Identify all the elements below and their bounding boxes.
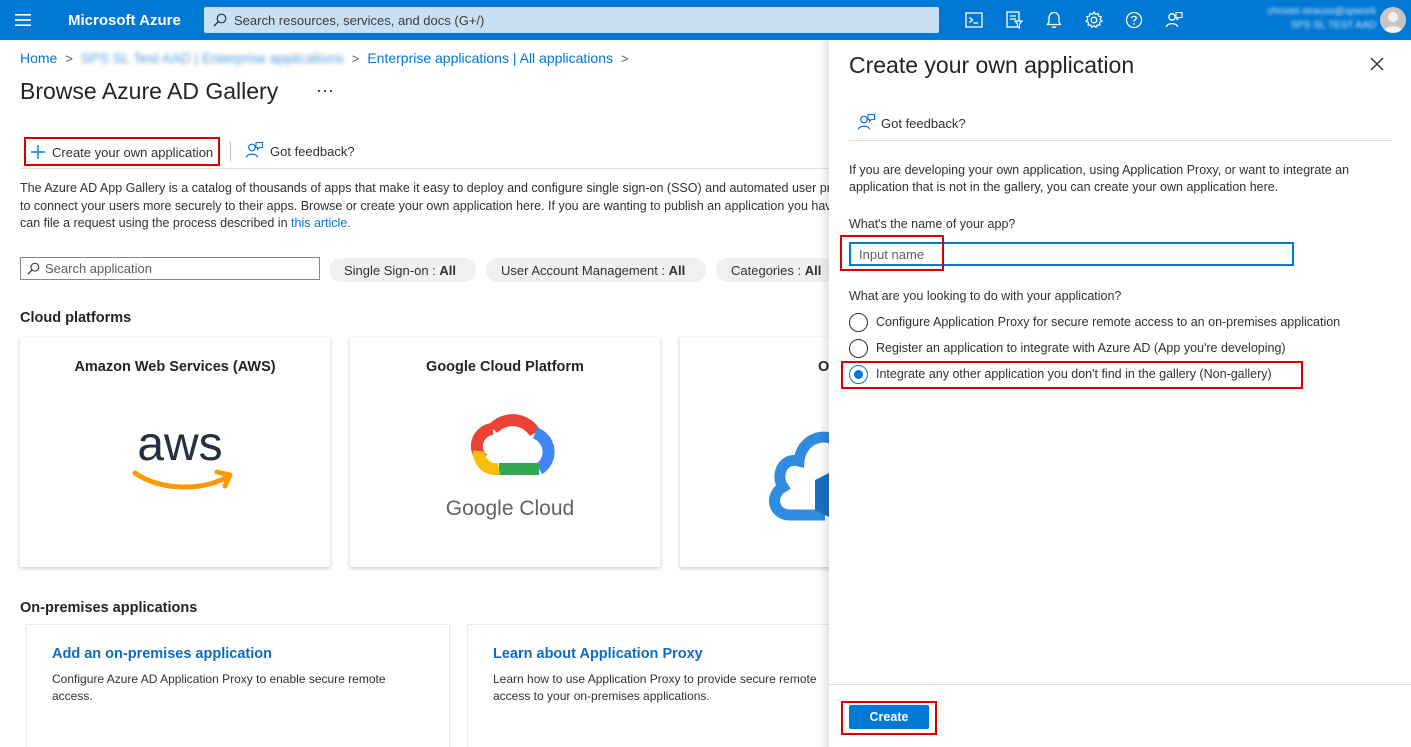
close-icon[interactable] xyxy=(1369,56,1385,72)
breadcrumb-tenant-enterprise-apps[interactable]: SPS SL Test AAD | Enterprise application… xyxy=(81,50,344,66)
more-options-button[interactable]: ··· xyxy=(316,80,334,101)
search-application-placeholder: Search application xyxy=(45,261,152,276)
google-cloud-logo-icon: Google Cloud xyxy=(446,414,574,520)
google-cloud-logo: Google Cloud xyxy=(435,385,585,535)
breadcrumb-enterprise-apps-all[interactable]: Enterprise applications | All applicatio… xyxy=(367,50,613,66)
app-card-name: Google Cloud Platform xyxy=(426,359,584,375)
create-own-application-label: Create your own application xyxy=(52,145,214,160)
filter-label: Single Sign-on : xyxy=(344,263,436,278)
top-bar: Microsoft Azure Search resources, servic… xyxy=(0,0,1411,40)
breadcrumb-home[interactable]: Home xyxy=(20,50,57,66)
filter-label: User Account Management : xyxy=(501,263,666,278)
panel-description: If you are developing your own applicati… xyxy=(849,163,1350,194)
brand-title[interactable]: Microsoft Azure xyxy=(68,12,181,29)
filter-categories[interactable]: Categories : All xyxy=(716,258,836,282)
panel-title: Create your own application xyxy=(849,52,1135,78)
app-card-aws[interactable]: Amazon Web Services (AWS) aws xyxy=(20,337,330,567)
app-name-label: What's the name of your app? xyxy=(849,217,1016,231)
breadcrumb-separator: > xyxy=(621,51,629,66)
app-purpose-label: What are you looking to do with your app… xyxy=(849,289,1122,303)
highlight-box-create-button xyxy=(841,701,937,735)
gallery-description-line: The Azure AD App Gallery is a catalog of… xyxy=(20,181,832,195)
account-tenant: SPS SL TEST AAD xyxy=(1290,20,1376,31)
panel-footer-divider xyxy=(829,684,1411,685)
search-icon xyxy=(27,262,40,275)
radio-label: Configure Application Proxy for secure r… xyxy=(876,315,1341,329)
breadcrumb-separator: > xyxy=(65,51,73,66)
add-on-premises-app-link[interactable]: Add an on-premises application xyxy=(52,646,272,662)
toolbar-divider xyxy=(230,141,231,161)
avatar[interactable] xyxy=(1380,7,1406,33)
highlight-box-non-gallery xyxy=(841,361,1303,389)
cloud-platforms-heading: Cloud platforms xyxy=(20,310,132,326)
google-cloud-logo-text: Google Cloud xyxy=(446,497,574,520)
panel-got-feedback-label: Got feedback? xyxy=(881,116,966,131)
app-card-google-cloud[interactable]: Google Cloud Platform Google Cloud xyxy=(350,337,660,567)
on-premises-heading: On-premises applications xyxy=(20,600,198,616)
feedback-icon xyxy=(857,113,876,130)
cloud-shell-icon[interactable] xyxy=(964,10,984,30)
filter-label: Categories : xyxy=(731,263,802,278)
got-feedback-label: Got feedback? xyxy=(270,144,355,159)
breadcrumb: Home > SPS SL Test AAD | Enterprise applic… xyxy=(20,50,637,66)
add-on-premises-app-card[interactable]: Add an on-premises application Configure… xyxy=(26,624,450,747)
card-description: Configure Azure AD Application Proxy to … xyxy=(52,672,386,703)
highlight-box-name-input xyxy=(840,235,944,271)
filter-value: All xyxy=(439,263,457,278)
filter-user-account-management[interactable]: User Account Management : All xyxy=(486,258,706,282)
user-avatar-icon xyxy=(1383,12,1403,33)
account-email: christel.strauss@spwork xyxy=(1267,6,1376,17)
toolbar-divider-line xyxy=(20,168,832,169)
gallery-description-prefix: can file a request using the process des… xyxy=(20,216,288,230)
page-title: Browse Azure AD Gallery xyxy=(20,78,279,104)
settings-icon[interactable] xyxy=(1084,10,1104,30)
radio-button[interactable] xyxy=(849,313,868,332)
gallery-description: The Azure AD App Gallery is a catalog of… xyxy=(20,180,832,233)
plus-icon xyxy=(31,145,45,159)
feedback-icon[interactable] xyxy=(1164,10,1184,30)
gallery-description-line: to connect your users more securely to t… xyxy=(20,198,832,213)
gallery-description-line: can file a request using the process des… xyxy=(20,215,832,233)
feedback-icon xyxy=(245,141,264,158)
aws-logo: aws xyxy=(105,385,255,535)
aws-logo-text: aws xyxy=(137,418,222,471)
notifications-icon[interactable] xyxy=(1044,10,1064,30)
learn-app-proxy-link[interactable]: Learn about Application Proxy xyxy=(493,646,703,662)
app-card-name: Amazon Web Services (AWS) xyxy=(74,359,276,375)
this-article-link[interactable]: this article. xyxy=(291,216,351,230)
help-icon[interactable] xyxy=(1124,10,1144,30)
create-app-panel: Create your own application Got feedback… xyxy=(829,40,1411,747)
panel-divider xyxy=(849,140,1393,141)
global-search-input[interactable]: Search resources, services, and docs (G+… xyxy=(204,7,939,33)
filter-value: All xyxy=(668,263,686,278)
search-icon xyxy=(213,13,227,27)
aws-logo-icon: aws xyxy=(132,418,233,490)
directory-filter-icon[interactable] xyxy=(1004,10,1024,30)
search-application-input[interactable]: Search application xyxy=(20,257,320,280)
menu-icon[interactable] xyxy=(14,11,32,29)
card-description: Learn how to use Application Proxy to pr… xyxy=(493,672,817,703)
panel-shadow xyxy=(819,40,829,747)
global-search-placeholder: Search resources, services, and docs (G+… xyxy=(234,13,485,28)
radio-label: Register an application to integrate wit… xyxy=(876,341,1286,355)
account-info[interactable]: christel.strauss@spwork SPS SL TEST AAD xyxy=(1210,6,1376,34)
filter-single-sign-on[interactable]: Single Sign-on : All xyxy=(329,258,476,282)
create-own-application-button[interactable]: Create your own application xyxy=(24,137,220,166)
radio-button[interactable] xyxy=(849,339,868,358)
breadcrumb-separator: > xyxy=(351,51,360,66)
